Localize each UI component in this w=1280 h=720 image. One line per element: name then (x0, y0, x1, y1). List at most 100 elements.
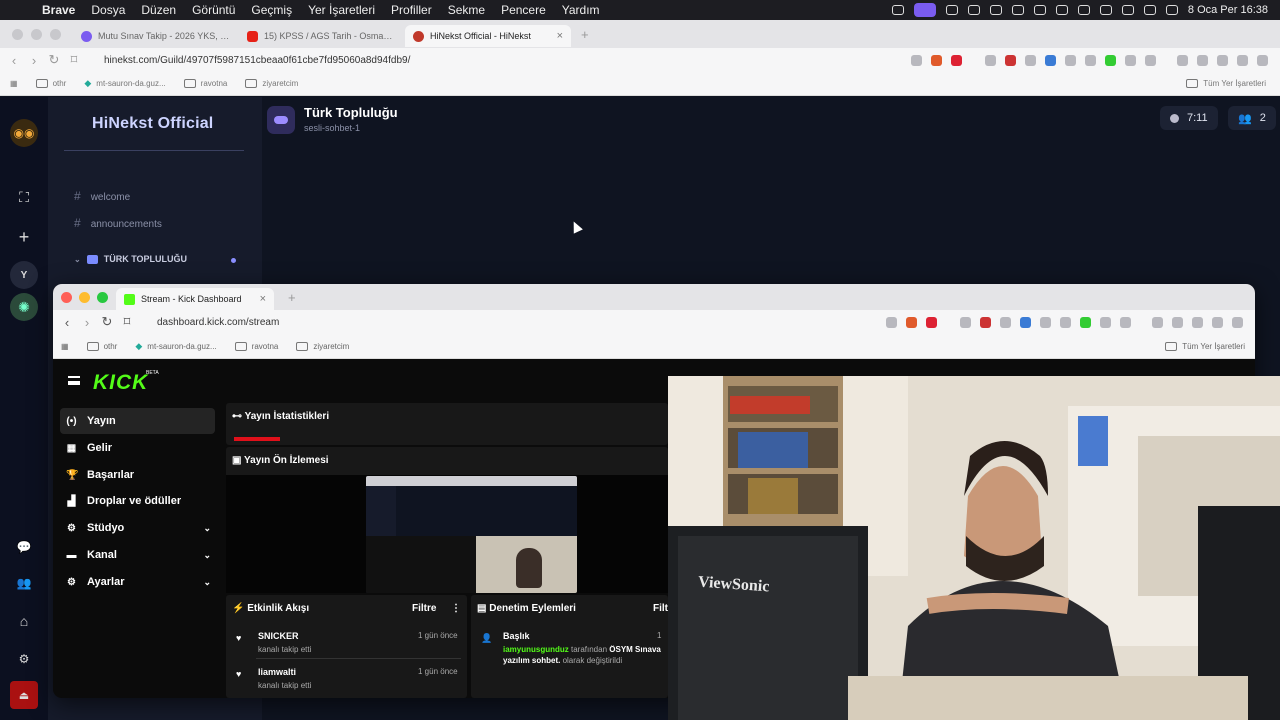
chat-icon[interactable]: 💬 (10, 533, 38, 561)
menu-duzen[interactable]: Düzen (133, 3, 184, 17)
add-server-icon[interactable]: + (10, 223, 38, 251)
sidebar-icon[interactable] (1197, 54, 1208, 66)
close-tab-icon[interactable]: × (557, 30, 563, 42)
extension-icon[interactable] (1005, 54, 1016, 66)
share-icon[interactable] (886, 316, 897, 328)
all-bookmarks[interactable]: Tüm Yer İşaretleri (1165, 341, 1245, 351)
nav-gelir[interactable]: ▦ Gelir (60, 435, 215, 461)
camera-icon[interactable] (1040, 316, 1051, 328)
menu-icon[interactable] (1257, 54, 1268, 66)
extension-icon[interactable] (1080, 316, 1091, 328)
feed-user[interactable]: liamwalti (258, 667, 296, 677)
extensions-puzzle-icon[interactable] (1100, 316, 1111, 328)
owl-logo-icon[interactable]: ◉◉ (10, 119, 38, 147)
bookmark-ravotna[interactable]: ravotna (183, 79, 227, 88)
status-icon[interactable] (945, 5, 958, 15)
channel-announcements[interactable]: # announcements (74, 216, 162, 230)
close-dot[interactable] (61, 291, 72, 303)
play-icon[interactable] (1143, 5, 1156, 15)
all-bookmarks[interactable]: Tüm Yer İşaretleri (1186, 79, 1266, 88)
url-field[interactable]: hinekst.com/Guild/49707f5987151cbeaa0f61… (104, 55, 911, 66)
share-icon[interactable] (911, 54, 922, 66)
extension-icon[interactable] (1025, 54, 1036, 66)
logout-icon[interactable]: ⏏ (10, 681, 38, 709)
user-settings-icon[interactable]: ⚙ (10, 645, 38, 673)
users-icon[interactable]: 👥 (10, 569, 38, 597)
menu-goruntu[interactable]: Görüntü (184, 3, 243, 17)
extension-icon[interactable] (1060, 316, 1071, 328)
screen-record-icon[interactable] (913, 3, 936, 17)
brightness-icon[interactable] (1099, 5, 1112, 15)
new-tab-button[interactable]: + (288, 290, 296, 305)
battery-icon[interactable] (1011, 5, 1024, 15)
bookmark-ziyaretcim[interactable]: ziyaretcim (245, 79, 298, 88)
menu-profiller[interactable]: Profiller (383, 3, 440, 17)
zoom-dot[interactable] (50, 28, 61, 40)
feed-user[interactable]: SNICKER (258, 631, 299, 641)
nav-kanal[interactable]: ▬ Kanal ⌄ (60, 542, 215, 568)
back-icon[interactable]: ‹ (4, 53, 24, 68)
extension-icon[interactable] (1120, 316, 1131, 328)
brave-rewards-icon[interactable] (951, 54, 962, 66)
forward-icon[interactable]: › (24, 53, 44, 68)
more-options-icon[interactable]: ⋮ (451, 603, 461, 614)
minimize-dot[interactable] (31, 28, 42, 40)
menu-yer-isaretleri[interactable]: Yer İşaretleri (300, 3, 383, 17)
bookmark-icon[interactable]: ⌑ (117, 314, 137, 330)
brave-shield-icon[interactable] (931, 54, 942, 66)
menu-brave[interactable]: Brave (34, 3, 83, 17)
reload-icon[interactable]: ↻ (44, 52, 64, 68)
bookmark-othr[interactable]: othr (86, 341, 117, 351)
extension-icon[interactable] (1085, 54, 1096, 66)
wifi-icon[interactable] (1033, 5, 1046, 15)
nav-basarilar[interactable]: 🏆 Başarılar (60, 462, 215, 488)
fullscreen-icon[interactable]: ⛶ (10, 183, 38, 211)
nav-ayarlar[interactable]: ⚙ Ayarlar ⌄ (60, 569, 215, 595)
home-icon[interactable]: ⌂ (10, 607, 38, 635)
mod-user-link[interactable]: iamyunusgunduz (503, 645, 569, 654)
media-icon[interactable] (1152, 316, 1163, 328)
forward-icon[interactable]: › (77, 315, 97, 330)
server-y[interactable]: Y (10, 261, 38, 289)
bookmark-sauron[interactable]: ◆ mt-sauron-da.guz... (135, 341, 216, 352)
nav-droplar[interactable]: ▟ Droplar ve ödüller (60, 488, 215, 514)
menu-gecmis[interactable]: Geçmiş (243, 3, 300, 17)
url-field[interactable]: dashboard.kick.com/stream (157, 317, 886, 328)
wallet-icon[interactable] (1217, 54, 1228, 66)
close-tab-icon[interactable]: × (260, 293, 266, 305)
wallet-icon[interactable] (1192, 316, 1203, 328)
bookmark-ravotna[interactable]: ravotna (234, 341, 278, 351)
extension-icon[interactable] (960, 316, 971, 328)
mod-filter-button[interactable]: Filt (653, 603, 668, 614)
tab-mutu[interactable]: Mutu Sınav Takip - 2026 YKS, KPSS (73, 25, 239, 47)
headphones-icon[interactable] (1055, 5, 1068, 15)
extension-icon[interactable] (1105, 54, 1116, 66)
category-turk-toplulugu[interactable]: ⌄ TÜRK TOPLULUĞU (74, 254, 187, 264)
search-icon[interactable] (1165, 5, 1178, 15)
bookmark-icon[interactable]: ⌑ (64, 52, 84, 68)
bookmark-othr[interactable]: othr (35, 79, 66, 88)
control-center-icon[interactable] (1077, 5, 1090, 15)
menu-pencere[interactable]: Pencere (493, 3, 554, 17)
apps-grid-icon[interactable]: ▦ (10, 79, 18, 88)
minimize-dot[interactable] (79, 291, 90, 303)
bluetooth-icon[interactable] (989, 5, 1002, 15)
menu-sekme[interactable]: Sekme (440, 3, 493, 17)
stream-preview-thumbnail[interactable] (366, 476, 577, 593)
extension-icon[interactable] (1045, 54, 1056, 66)
extension-icon[interactable] (980, 316, 991, 328)
tab-hinekst[interactable]: HiNekst Official - HiNekst × (405, 25, 571, 47)
new-tab-button[interactable]: + (581, 27, 589, 42)
extension-icon[interactable] (1020, 316, 1031, 328)
camera-icon[interactable] (1065, 54, 1076, 66)
back-icon[interactable]: ‹ (57, 315, 77, 330)
leo-icon[interactable] (1237, 54, 1248, 66)
brave-rewards-icon[interactable] (926, 316, 937, 328)
extension-icon[interactable] (1145, 54, 1156, 66)
leo-icon[interactable] (1212, 316, 1223, 328)
zoom-dot[interactable] (97, 291, 108, 303)
member-count[interactable]: 👥 2 (1228, 106, 1276, 130)
clock[interactable]: 8 Oca Per 16:38 (1188, 4, 1268, 16)
extensions-puzzle-icon[interactable] (1125, 54, 1136, 66)
tab-kick-dashboard[interactable]: Stream - Kick Dashboard × (116, 288, 274, 310)
